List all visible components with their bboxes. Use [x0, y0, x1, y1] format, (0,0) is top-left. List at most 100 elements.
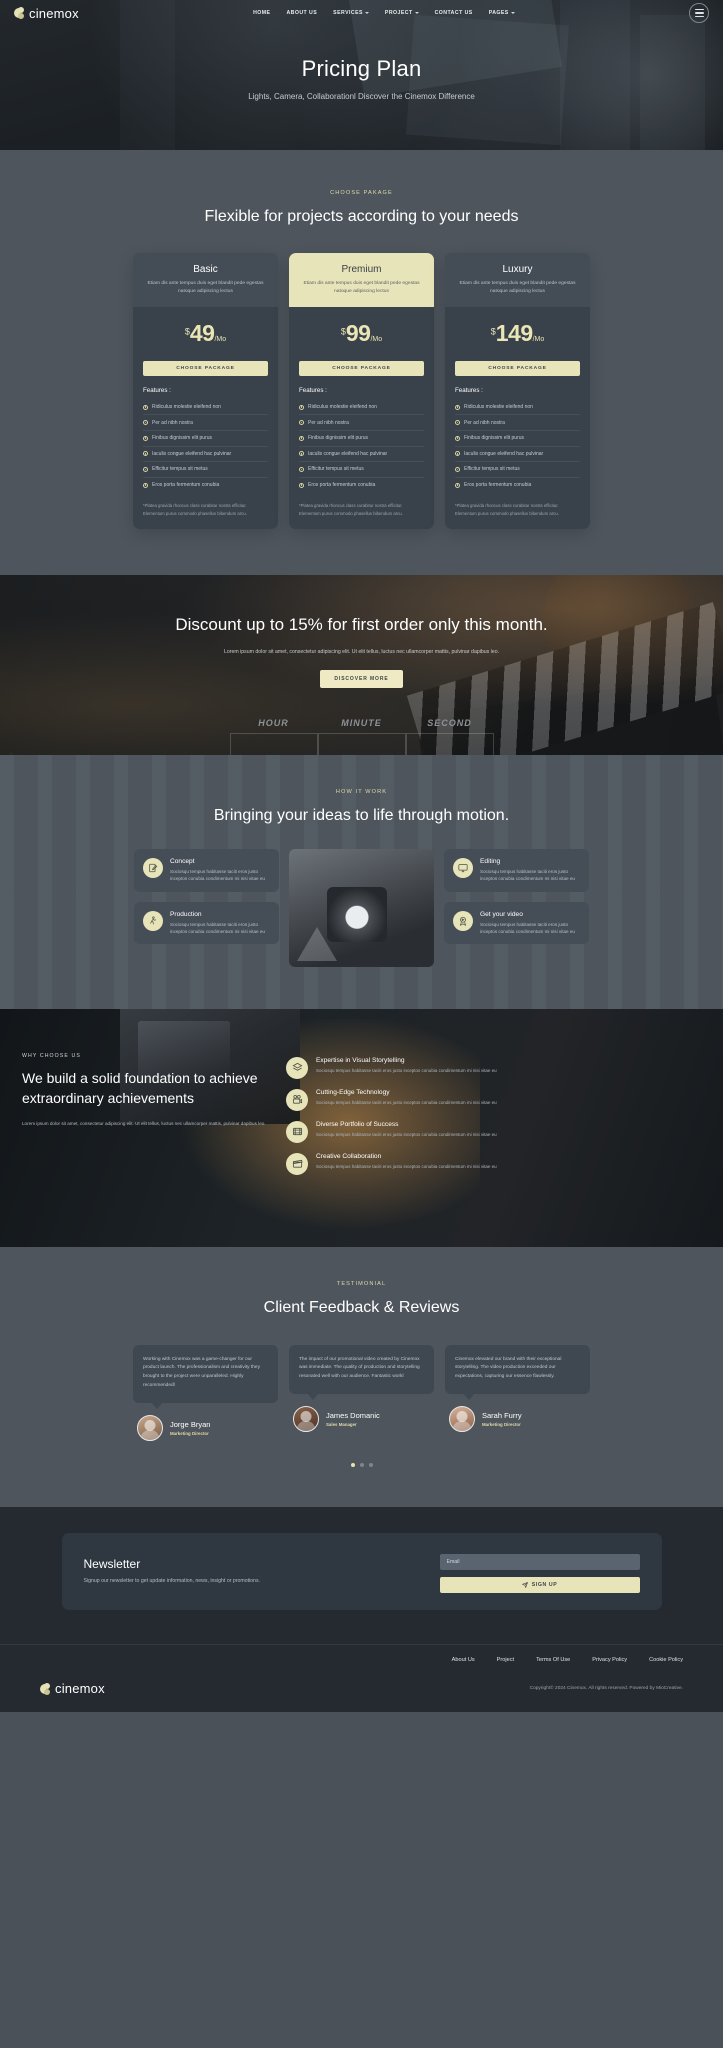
pricing-card-header: Luxury Etiam dis ante tempus duis eget b… — [445, 252, 590, 307]
nav-item-pages[interactable]: PAGES — [489, 10, 515, 16]
why-item-technology[interactable]: Cutting-Edge Technology Sociosqu tempus … — [286, 1088, 701, 1111]
features-label: Features : — [299, 386, 327, 394]
sign-up-button[interactable]: SIGN UP — [439, 1577, 640, 1593]
testimonial-cards: Working with Cinemox was a game-changer … — [0, 1344, 723, 1441]
hero-content: Pricing Plan Lights, Camera, Collaborati… — [0, 56, 723, 103]
carousel-dot-1[interactable] — [350, 1463, 355, 1467]
testimonial-title: Client Feedback & Reviews — [263, 1298, 460, 1316]
how-card-production[interactable]: Production Sociosqu tempus habitasse tac… — [134, 901, 279, 945]
why-item-portfolio[interactable]: Diverse Portfolio of Success Sociosqu te… — [286, 1120, 701, 1143]
choose-package-button[interactable]: CHOOSE PACKAGE — [455, 360, 580, 376]
bullet-ring-icon — [455, 420, 460, 426]
how-card-body: Sociosqu tempus habitasse taciti eros ju… — [170, 921, 265, 934]
sign-up-label: SIGN UP — [531, 1582, 558, 1588]
why-right-column: Expertise in Visual Storytelling Sociosq… — [286, 1053, 701, 1175]
choose-package-button[interactable]: CHOOSE PACKAGE — [299, 360, 424, 376]
feature-item: Finibus dignissim elit purus — [143, 431, 268, 447]
testimonial-author-text: Sarah Furry Marketing Director — [482, 1411, 522, 1427]
pricing-card-basic[interactable]: Basic Etiam dis ante tempus duis eget bl… — [133, 252, 278, 530]
why-item-body: Sociosqu tempus habitasse taciti eros ju… — [316, 1099, 497, 1105]
bullet-ring-icon — [455, 482, 460, 488]
how-card-title: Editing — [480, 857, 501, 865]
testimonial-card: Cinemox elevated our brand with their ex… — [445, 1344, 590, 1441]
discount-title: Discount up to 15% for first order only … — [175, 615, 548, 635]
how-card-editing[interactable]: Editing Sociosqu tempus habitasse taciti… — [444, 848, 589, 892]
brand-name: cinemox — [29, 5, 79, 21]
why-eyebrow: WHY CHOOSE US — [22, 1052, 81, 1059]
choose-package-button[interactable]: CHOOSE PACKAGE — [143, 360, 268, 376]
why-item-collaboration[interactable]: Creative Collaboration Sociosqu tempus h… — [286, 1152, 701, 1175]
footer-bottom: cinemox Copyright© 2024 Cinemox. All rig… — [0, 1671, 723, 1712]
why-item-expertise[interactable]: Expertise in Visual Storytelling Sociosq… — [286, 1056, 701, 1079]
bullet-ring-icon — [143, 482, 148, 488]
footer-link-project[interactable]: Project — [497, 1657, 514, 1663]
bullet-ring-icon — [455, 451, 460, 457]
plan-note: *Platea gravida rhoncus class curabitur … — [455, 503, 559, 516]
email-field[interactable] — [439, 1554, 640, 1570]
why-item-title: Diverse Portfolio of Success — [316, 1120, 399, 1128]
bullet-ring-icon — [299, 451, 304, 457]
why-choose-us-section: WHY CHOOSE US We build a solid foundatio… — [0, 1008, 723, 1247]
chevron-down-icon — [510, 12, 515, 14]
nav-item-home[interactable]: HOME — [253, 10, 270, 16]
carousel-dot-2[interactable] — [359, 1463, 364, 1467]
author-role: Marketing Director — [170, 1431, 209, 1436]
how-card-concept[interactable]: Concept Sociosqu tempus habitasse taciti… — [134, 848, 279, 892]
price-amount: 49 — [189, 319, 215, 346]
film-camera-icon — [286, 1088, 308, 1111]
countdown-box — [317, 733, 406, 756]
bullet-ring-icon — [143, 420, 148, 426]
how-card-get-your-video[interactable]: Get your video Sociosqu tempus habitasse… — [444, 901, 589, 945]
plan-price: $149/Mo — [455, 320, 580, 347]
plan-price: $49/Mo — [143, 320, 268, 347]
footer-bar: About Us Project Terms Of Use Privacy Po… — [0, 1644, 723, 1712]
hamburger-menu-icon[interactable] — [689, 3, 709, 23]
author-role: Sales Manager — [326, 1422, 357, 1428]
footer-link-terms-of-use[interactable]: Terms Of Use — [536, 1657, 570, 1663]
newsletter-copy: Newsletter Signup our newsletter to get … — [84, 1557, 260, 1586]
pricing-card-body: $149/Mo CHOOSE PACKAGE Features : Ridicu… — [445, 307, 590, 530]
countdown-box — [229, 733, 318, 756]
testimonial-text: Cinemox elevated our brand with their ex… — [455, 1356, 562, 1380]
feature-label: Ridiculus molestie eleifend non — [464, 404, 533, 411]
testimonial-author: James Domanic Sales Manager — [289, 1406, 434, 1433]
author-name: Sarah Furry — [482, 1411, 522, 1421]
price-period: /Mo — [532, 335, 545, 343]
feature-label: Eros porta fermentum conubia — [308, 482, 376, 489]
bullet-ring-icon — [455, 466, 460, 472]
footer-link-privacy-policy[interactable]: Privacy Policy — [592, 1657, 627, 1663]
features-label: Features : — [455, 386, 483, 394]
nav-item-services[interactable]: SERVICES — [333, 10, 369, 16]
feature-item: Ridiculus molestie eleifend non — [143, 400, 268, 416]
feature-item: Ridiculus molestie eleifend non — [455, 400, 580, 416]
testimonial-card: The impact of our promotional video crea… — [289, 1344, 434, 1441]
film-strip-icon — [286, 1120, 308, 1143]
plan-price: $99/Mo — [299, 320, 424, 347]
discover-more-button[interactable]: DISCOVER MORE — [320, 670, 403, 689]
layers-icon — [286, 1056, 308, 1079]
countdown-timer: HOUR MINUTE SECOND — [0, 718, 723, 756]
why-item-body: Sociosqu tempus habitasse taciti eros ju… — [316, 1131, 497, 1137]
footer-link-cookie-policy[interactable]: Cookie Policy — [649, 1657, 683, 1663]
plan-note: *Platea gravida rhoncus class curabitur … — [143, 503, 247, 516]
bullet-ring-icon — [143, 404, 148, 410]
discount-content: Discount up to 15% for first order only … — [0, 575, 723, 689]
carousel-dot-3[interactable] — [368, 1463, 373, 1467]
pricing-card-luxury[interactable]: Luxury Etiam dis ante tempus duis eget b… — [445, 252, 590, 530]
feature-label: Eros porta fermentum conubia — [152, 482, 220, 489]
how-feature-image — [289, 848, 434, 967]
footer-brand-logo[interactable]: cinemox — [40, 1681, 105, 1696]
main-nav: HOME ABOUT US SERVICES PROJECT CONTACT U… — [79, 10, 689, 16]
nav-item-project[interactable]: PROJECT — [385, 10, 419, 16]
brand-logo[interactable]: cinemox — [14, 6, 79, 21]
feature-label: Efficitur tempus sit metus — [464, 466, 520, 473]
nav-item-contact-us[interactable]: CONTACT US — [435, 10, 473, 16]
footer-link-about-us[interactable]: About Us — [452, 1657, 475, 1663]
nav-item-about-us[interactable]: ABOUT US — [286, 10, 317, 16]
pricing-card-premium[interactable]: Premium Etiam dis ante tempus duis eget … — [289, 252, 434, 530]
testimonial-author: Sarah Furry Marketing Director — [445, 1406, 590, 1433]
pricing-card-body: $99/Mo CHOOSE PACKAGE Features : Ridicul… — [289, 307, 434, 530]
feature-item: Eros porta fermentum conubia — [299, 478, 424, 493]
how-card-body: Sociosqu tempus habitasse taciti eros ju… — [480, 921, 575, 934]
how-eyebrow: HOW IT WORK — [335, 789, 388, 796]
